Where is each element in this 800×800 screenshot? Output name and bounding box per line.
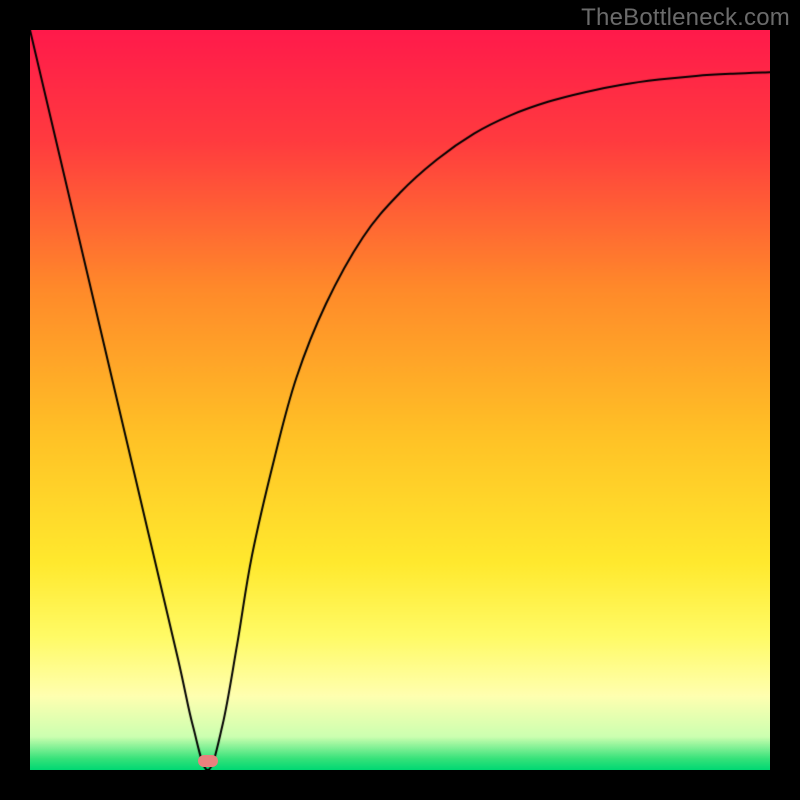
optimum-marker (198, 755, 218, 767)
watermark-text: TheBottleneck.com (581, 4, 790, 32)
bottleneck-curve (30, 30, 770, 770)
plot-area (30, 30, 770, 770)
chart-frame: TheBottleneck.com (0, 0, 800, 800)
